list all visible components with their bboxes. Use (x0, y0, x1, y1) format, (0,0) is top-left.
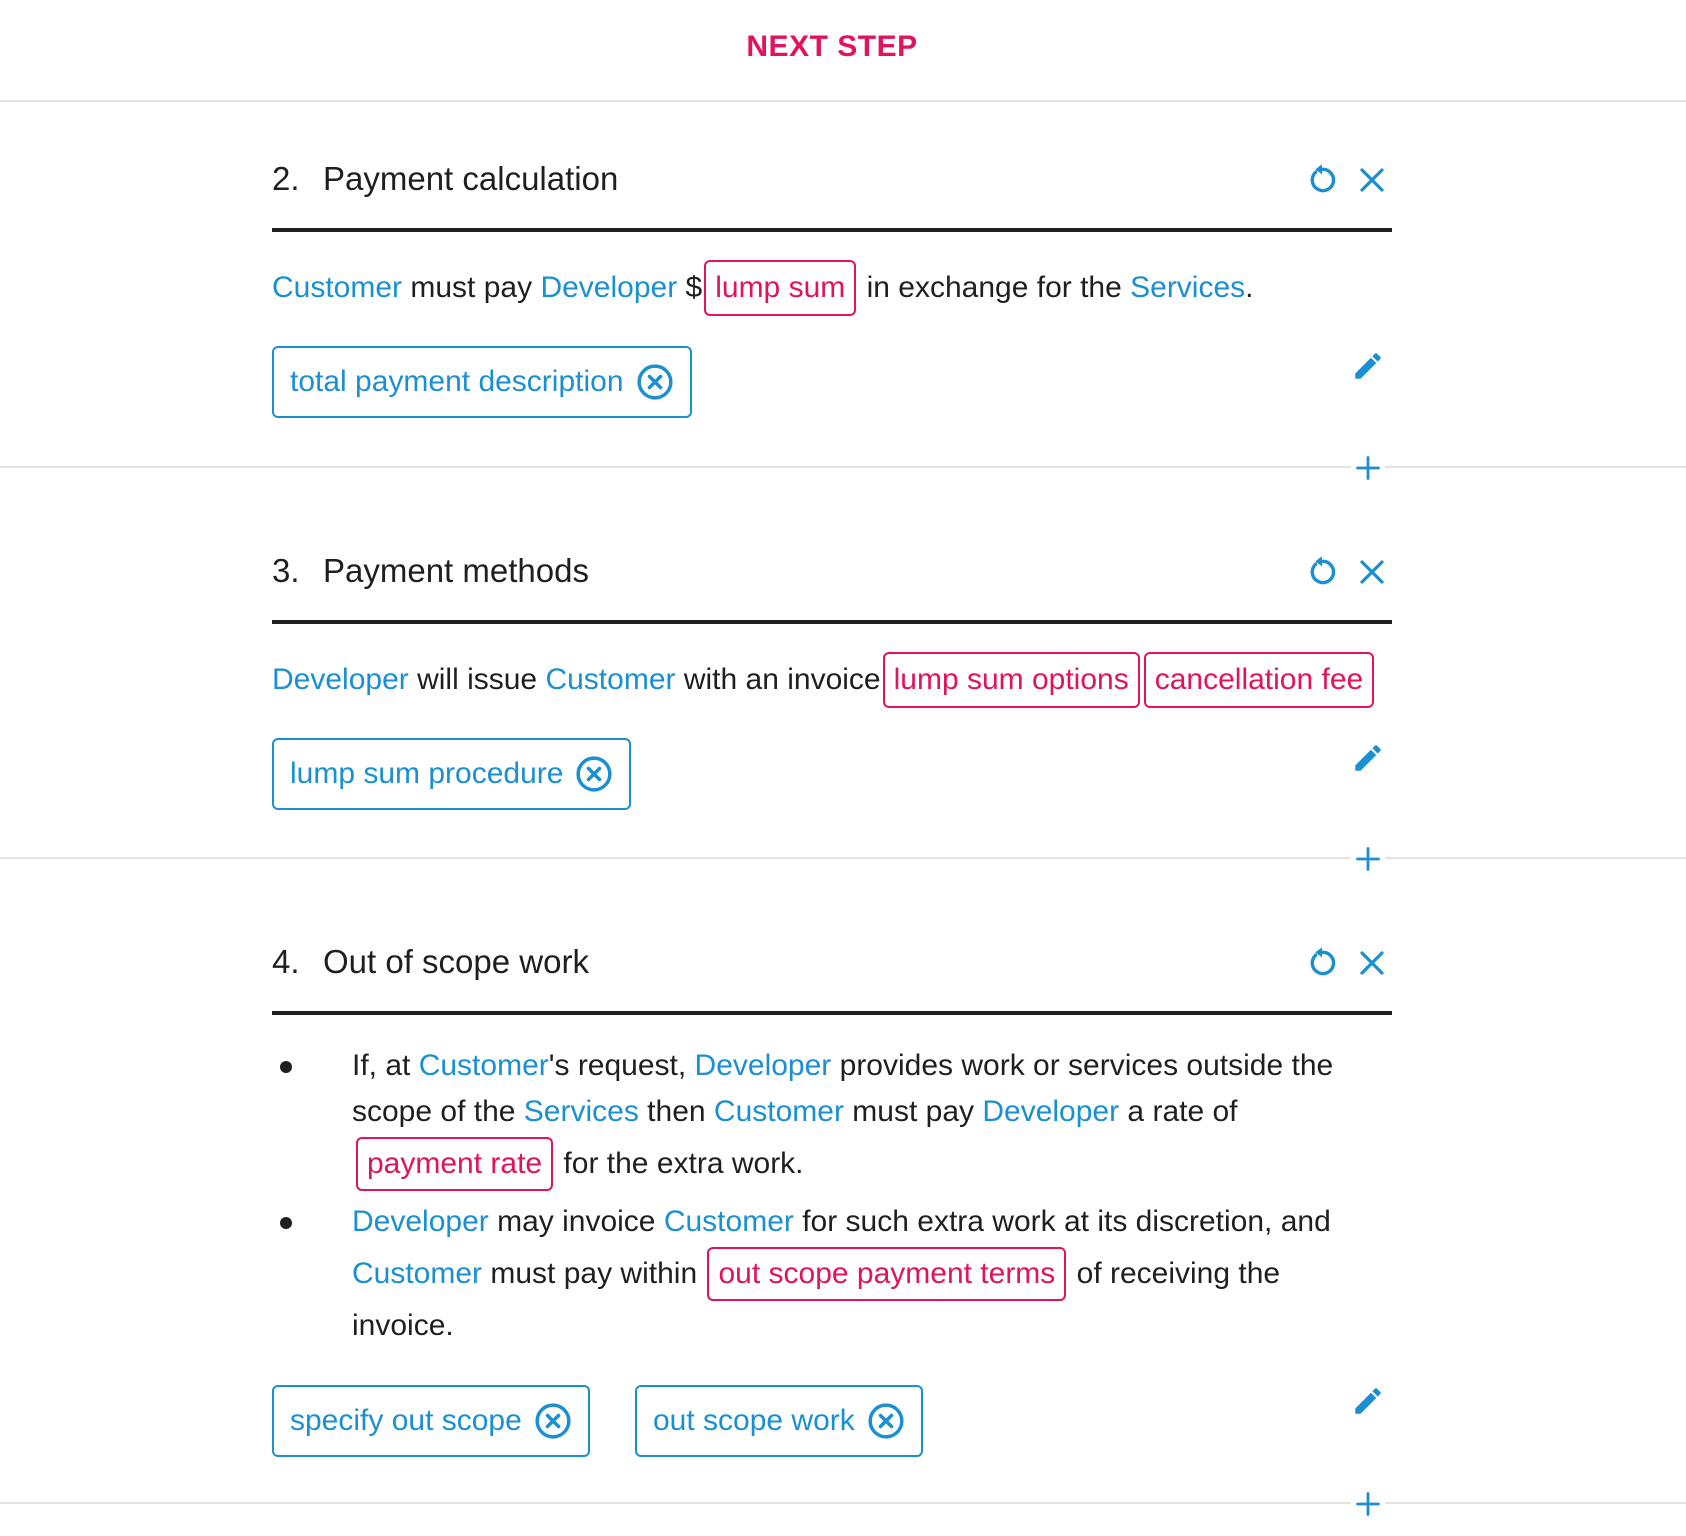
option-chip[interactable]: total payment description (272, 346, 692, 418)
variable-out-scope-payment-terms[interactable]: out scope payment terms (707, 1247, 1067, 1301)
text: 's request, (548, 1049, 695, 1082)
section-payment-methods: 3. Payment methods Developer will issue … (272, 502, 1392, 810)
section-divider (0, 1502, 1686, 1504)
text: may invoice (488, 1205, 664, 1238)
section-header: 2. Payment calculation (272, 110, 1392, 232)
text: then (638, 1095, 714, 1128)
close-icon[interactable] (1352, 552, 1392, 592)
role-developer[interactable]: Developer (695, 1049, 832, 1082)
section-divider (0, 466, 1686, 468)
text: will issue (408, 663, 546, 696)
document-editor: NEXT STEP 2. Payment calculation Custome… (0, 0, 1686, 1536)
variable-cancellation-fee[interactable]: cancellation fee (1143, 652, 1375, 708)
line: invoice. (352, 1303, 1352, 1349)
reset-icon[interactable] (1302, 943, 1342, 983)
next-step-button[interactable]: NEXT STEP (0, 30, 1664, 64)
section-title: Payment calculation (323, 160, 619, 197)
text: must pay (402, 271, 541, 304)
text: invoice. (352, 1309, 454, 1342)
chip-label: lump sum procedure (290, 757, 564, 790)
text: $ (677, 271, 703, 304)
section-out-of-scope-work: 4. Out of scope work If, at Customer's r… (272, 893, 1392, 1457)
option-chip[interactable]: out scope work (635, 1385, 923, 1457)
role-services[interactable]: Services (1130, 271, 1245, 304)
variable-lump-sum-options[interactable]: lump sum options (882, 652, 1140, 708)
text: scope of the (352, 1095, 524, 1128)
role-services[interactable]: Services (524, 1095, 639, 1128)
list-item: Developer may invoice Customer for such … (280, 1199, 1352, 1349)
role-developer[interactable]: Developer (272, 663, 409, 696)
option-chip[interactable]: specify out scope (272, 1385, 590, 1457)
line: scope of the Services then Customer must… (352, 1089, 1352, 1135)
text: must pay within (482, 1257, 706, 1290)
text: for the extra work. (555, 1147, 804, 1180)
section-header: 4. Out of scope work (272, 893, 1392, 1015)
plus-icon[interactable] (1351, 451, 1385, 485)
pencil-icon[interactable] (1348, 346, 1388, 386)
section-paragraph: Developer will issue Customer with an in… (272, 652, 1376, 708)
text: provides work or services outside the (831, 1049, 1334, 1082)
role-customer[interactable]: Customer (419, 1049, 549, 1082)
role-developer[interactable]: Developer (540, 271, 677, 304)
remove-circle-icon[interactable] (636, 363, 674, 401)
text: for such extra work at its discretion, a… (793, 1205, 1331, 1238)
pencil-icon[interactable] (1348, 1381, 1388, 1421)
line: payment rate for the extra work. (352, 1137, 1352, 1191)
close-icon[interactable] (1352, 943, 1392, 983)
section-title: Out of scope work (323, 943, 589, 980)
remove-circle-icon[interactable] (575, 755, 613, 793)
chip-label: specify out scope (290, 1404, 522, 1437)
section-title: Payment methods (323, 552, 589, 589)
chip-label: out scope work (653, 1404, 855, 1437)
text: of receiving the (1068, 1257, 1281, 1290)
section-paragraph: Customer must pay Developer $ lump sum in… (272, 260, 1254, 316)
section-number: 4. (272, 943, 300, 980)
section-number: 3. (272, 552, 300, 589)
text: If, at (352, 1049, 419, 1082)
section-payment-calculation: 2. Payment calculation Customer must pay… (272, 110, 1392, 418)
section-header: 3. Payment methods (272, 502, 1392, 624)
line: Customer must pay within out scope payme… (352, 1247, 1352, 1301)
bullet (280, 1061, 292, 1073)
reset-icon[interactable] (1302, 552, 1342, 592)
list-item: If, at Customer's request, Developer pro… (280, 1043, 1352, 1191)
role-developer[interactable]: Developer (982, 1095, 1119, 1128)
text: with an invoice (675, 663, 881, 696)
variable-payment-rate[interactable]: payment rate (356, 1137, 554, 1191)
role-customer[interactable]: Customer (664, 1205, 794, 1238)
text: in exchange for the (858, 271, 1131, 304)
close-icon[interactable] (1352, 160, 1392, 200)
pencil-icon[interactable] (1348, 738, 1388, 778)
option-chip[interactable]: lump sum procedure (272, 738, 632, 810)
plus-icon[interactable] (1351, 842, 1385, 876)
role-developer[interactable]: Developer (352, 1205, 489, 1238)
role-customer[interactable]: Customer (272, 271, 402, 304)
remove-circle-icon[interactable] (867, 1402, 905, 1440)
text: a rate of (1119, 1095, 1238, 1128)
reset-icon[interactable] (1302, 160, 1342, 200)
chip-label: total payment description (290, 365, 624, 398)
role-customer[interactable]: Customer (545, 663, 675, 696)
plus-icon[interactable] (1351, 1487, 1385, 1521)
text: . (1245, 271, 1254, 304)
role-customer[interactable]: Customer (714, 1095, 844, 1128)
remove-circle-icon[interactable] (534, 1402, 572, 1440)
bullet (280, 1217, 292, 1229)
line: Developer may invoice Customer for such … (352, 1199, 1352, 1245)
role-customer[interactable]: Customer (352, 1257, 482, 1290)
section-number: 2. (272, 160, 300, 197)
section-divider (0, 857, 1686, 859)
line: If, at Customer's request, Developer pro… (352, 1043, 1352, 1089)
variable-lump-sum[interactable]: lump sum (704, 260, 857, 316)
top-bar: NEXT STEP (0, 0, 1686, 102)
text: must pay (843, 1095, 983, 1128)
